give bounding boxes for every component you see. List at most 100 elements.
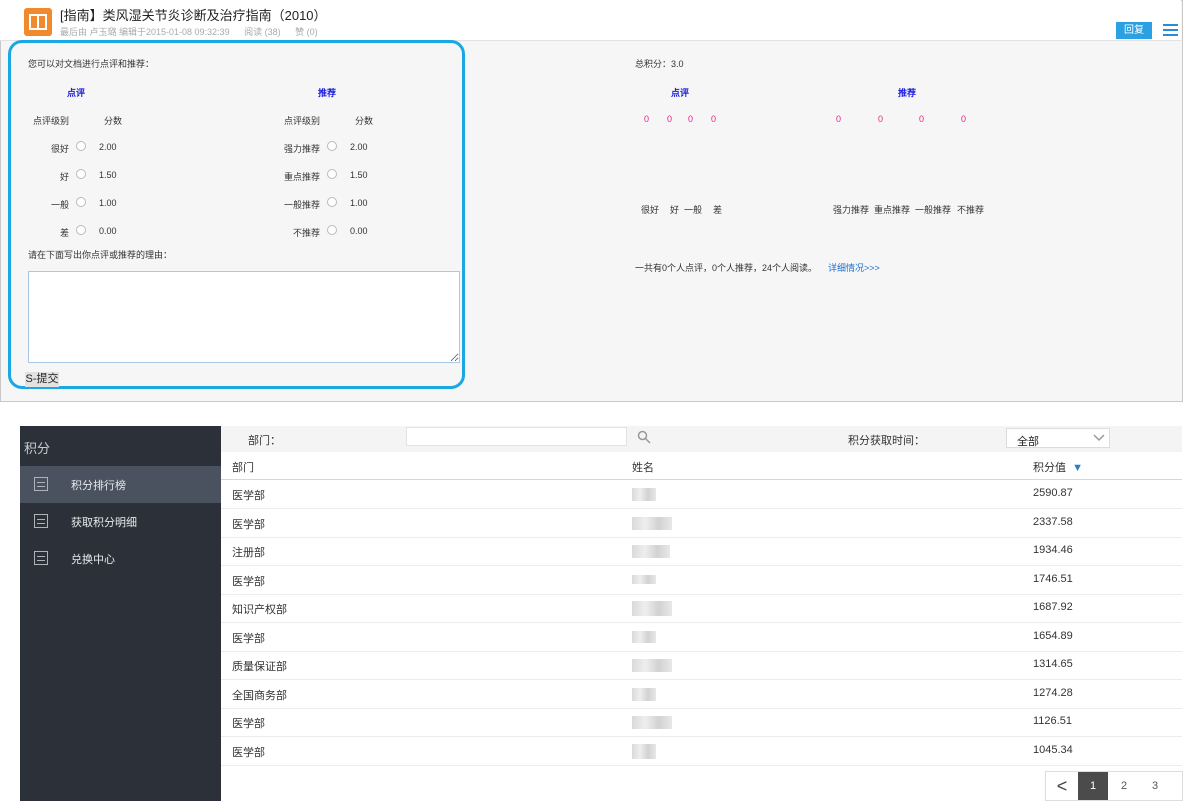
recommend-option-label: 强力推荐 (284, 144, 321, 154)
recommend-count: 0 (878, 114, 884, 124)
page-button[interactable]: 2 (1109, 772, 1139, 800)
recommend-option-label: 一般推荐 (284, 200, 321, 210)
meta-read-count: 阅读 (38) (244, 27, 281, 37)
meta-like-count[interactable]: 赞 (0) (295, 27, 318, 37)
sidebar-item-exchange[interactable]: 兑换中心 (20, 540, 221, 577)
comment-count: 0 (644, 114, 650, 124)
recommend-option-score: 1.50 (350, 170, 368, 180)
recommend-radio-key[interactable] (327, 169, 337, 179)
reply-button[interactable]: 回复 (1116, 22, 1152, 39)
comment-score-column: 分数 (104, 116, 123, 126)
row-divider (221, 736, 1182, 737)
stats-text: 一共有0个人点评，0个人推荐，24个人阅读。 (635, 263, 818, 273)
row-score: 1045.34 (1033, 744, 1073, 756)
page-button[interactable]: 1 (1078, 772, 1108, 800)
comment-radio-poor[interactable] (76, 225, 86, 235)
row-score: 2337.58 (1033, 516, 1073, 528)
recommend-count: 0 (961, 114, 967, 124)
comment-option-score: 1.00 (99, 198, 117, 208)
recommend-radio-normal[interactable] (327, 197, 337, 207)
row-divider (221, 765, 1182, 766)
sidebar-title: 积分 (24, 441, 51, 456)
row-score: 1746.51 (1033, 573, 1073, 585)
sidebar-item-ranking[interactable]: 积分排行榜 (20, 466, 221, 503)
search-icon[interactable] (637, 430, 651, 444)
list-icon (34, 551, 48, 565)
recommend-radio-strong[interactable] (327, 141, 337, 151)
row-score: 1687.92 (1033, 601, 1073, 613)
comment-radio-very-good[interactable] (76, 141, 86, 151)
list-icon (34, 514, 48, 528)
comment-option-label: 好 (60, 172, 70, 182)
comment-radio-average[interactable] (76, 197, 86, 207)
comment-count: 0 (711, 114, 717, 124)
column-header-score[interactable]: 积分值 ▼ (1033, 459, 1083, 475)
submit-button[interactable]: S-提交 (25, 372, 59, 387)
review-intro: 您可以对文档进行点评和推荐： (28, 59, 155, 69)
blurred-name (632, 716, 672, 729)
summary-recommend-label: 强力推荐 (833, 205, 870, 215)
recommend-header: 推荐 (318, 88, 337, 98)
summary-comment-label: 很好 (641, 205, 660, 215)
row-divider (221, 565, 1182, 566)
column-header-dept[interactable]: 部门 (232, 459, 254, 475)
comment-option-label: 一般 (51, 200, 70, 210)
row-divider (221, 651, 1182, 652)
summary-recommend-label: 重点推荐 (874, 205, 911, 215)
row-score: 1274.28 (1033, 687, 1073, 699)
recommend-option-score: 2.00 (350, 142, 368, 152)
book-icon (24, 8, 52, 36)
recommend-option-label: 重点推荐 (284, 172, 321, 182)
summary-comment-label: 好 (670, 205, 680, 215)
sidebar-item-label: 获取积分明细 (71, 517, 137, 529)
row-score: 1934.46 (1033, 544, 1073, 556)
blurred-name (632, 631, 656, 643)
comment-option-score: 2.00 (99, 142, 117, 152)
details-link[interactable]: 详细情况>>> (828, 261, 880, 274)
dept-filter-label: 部门： (248, 435, 281, 447)
blurred-name (632, 659, 672, 672)
comment-option-score: 0.00 (99, 226, 117, 236)
row-divider (221, 708, 1182, 709)
comment-option-label: 很好 (51, 144, 70, 154)
row-divider (221, 622, 1182, 623)
recommend-count: 0 (836, 114, 842, 124)
summary-comment-label: 差 (713, 205, 723, 215)
summary-recommend-header: 推荐 (898, 88, 917, 98)
summary-comment-label: 一般 (684, 205, 703, 215)
reason-textarea[interactable] (28, 271, 460, 363)
blurred-name (632, 517, 672, 530)
recommend-level-column: 点评级别 (284, 116, 321, 126)
comment-option-label: 差 (60, 228, 70, 238)
recommend-score-column: 分数 (355, 116, 374, 126)
document-meta: 最后由 卢玉璐 编辑于2015-01-08 09:32:39 阅读 (38) 赞… (60, 25, 330, 38)
dept-filter-input[interactable] (406, 427, 627, 446)
row-dept: 医学部 (232, 747, 265, 759)
meta-author: 最后由 卢玉璐 编辑于2015-01-08 09:32:39 (60, 27, 230, 37)
comment-option-score: 1.50 (99, 170, 117, 180)
row-dept: 医学部 (232, 718, 265, 730)
sidebar-item-points-detail[interactable]: 获取积分明细 (20, 503, 221, 540)
row-divider (221, 679, 1182, 680)
comment-radio-good[interactable] (76, 169, 86, 179)
row-score: 1314.65 (1033, 658, 1073, 670)
recommend-option-label: 不推荐 (293, 228, 321, 238)
row-divider (221, 594, 1182, 595)
list-menu-icon[interactable] (1163, 24, 1178, 38)
time-filter-select[interactable]: 全部 (1006, 428, 1110, 448)
time-filter-value: 全部 (1017, 436, 1039, 448)
blurred-name (632, 688, 656, 701)
row-score: 1654.89 (1033, 630, 1073, 642)
recommend-option-score: 0.00 (350, 226, 368, 236)
prev-page-button[interactable]: < (1047, 772, 1077, 800)
recommend-radio-none[interactable] (327, 225, 337, 235)
blurred-name (632, 488, 656, 501)
blurred-name (632, 545, 670, 558)
row-dept: 医学部 (232, 576, 265, 588)
recommend-option-score: 1.00 (350, 198, 368, 208)
row-dept: 质量保证部 (232, 661, 287, 673)
column-header-name[interactable]: 姓名 (632, 459, 654, 475)
page-button[interactable]: 3 (1140, 772, 1170, 800)
reason-prompt: 请在下面写出你点评或推荐的理由： (28, 250, 173, 260)
comment-count: 0 (688, 114, 694, 124)
